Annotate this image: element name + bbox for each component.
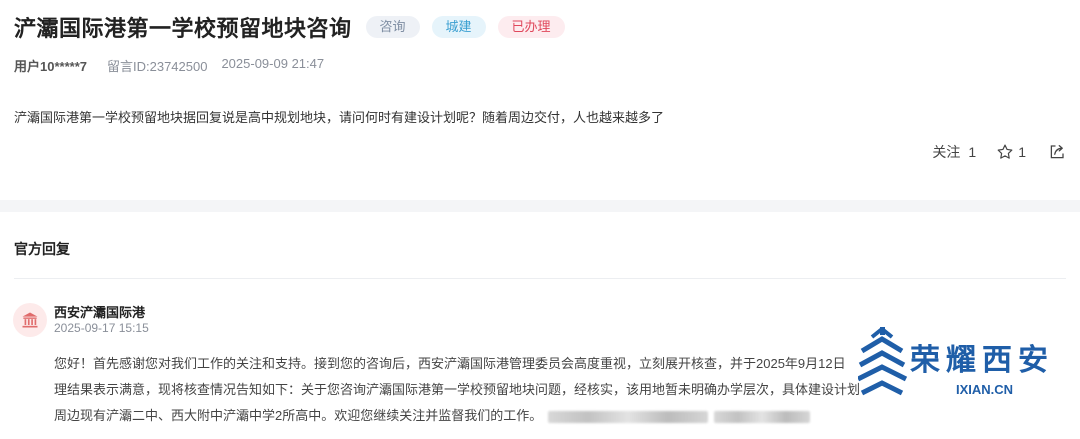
tag-consult[interactable]: 咨询 — [365, 16, 420, 38]
share-button[interactable] — [1048, 143, 1066, 161]
favorite-button[interactable]: 1 — [996, 143, 1026, 161]
question-meta: 用户10*****7 留言ID:23742500 2025-09-09 21:4… — [14, 56, 324, 75]
message-id: 留言ID:23742500 — [107, 59, 208, 74]
author-name: 用户10*****7 — [14, 59, 87, 74]
org-avatar — [13, 303, 47, 337]
follow-count: 1 — [968, 144, 977, 160]
watermark-url: IXIAN.CN — [956, 382, 1014, 397]
reply-heading: 官方回复 — [14, 241, 70, 257]
reply-line-3-text: 周边现有浐灞二中、西大附中浐灞中学2所高中。欢迎您继续关注并监督我们的工作。 — [54, 408, 543, 423]
section-divider — [0, 200, 1080, 212]
blurred-text — [714, 410, 811, 423]
reply-divider — [14, 278, 1066, 279]
tag-status-handled: 已办理 — [497, 16, 565, 38]
watermark-logo-icon — [858, 327, 908, 396]
blurred-text — [548, 410, 709, 423]
posted-time: 2025-09-09 21:47 — [221, 56, 325, 71]
star-icon — [997, 144, 1013, 159]
org-name: 西安浐灞国际港 — [54, 305, 146, 320]
question-card: 浐灞国际港第一学校预留地块咨询 咨询 城建 已办理 用户10*****7 留言I… — [0, 0, 1080, 200]
government-building-icon — [22, 312, 38, 328]
question-actions: 关注 1 1 — [932, 142, 1066, 162]
watermark-logo-text: 荣耀西安 — [910, 343, 1054, 378]
title-row: 浐灞国际港第一学校预留地块咨询 咨询 城建 已办理 — [14, 11, 565, 43]
share-icon — [1050, 144, 1064, 159]
question-body: 浐灞国际港第一学校预留地块据回复说是高中规划地块，请问何时有建设计划呢？随着周边… — [14, 110, 665, 125]
follow-button[interactable]: 关注 1 — [932, 142, 976, 162]
reply-time: 2025-09-17 15:15 — [54, 321, 149, 335]
tag-city-construction[interactable]: 城建 — [431, 16, 486, 38]
question-title: 浐灞国际港第一学校预留地块咨询 — [14, 16, 352, 41]
favorite-count: 1 — [1018, 144, 1026, 160]
watermark: 荣耀西安 IXIAN.CN — [858, 327, 1068, 407]
follow-label: 关注 — [932, 144, 961, 160]
